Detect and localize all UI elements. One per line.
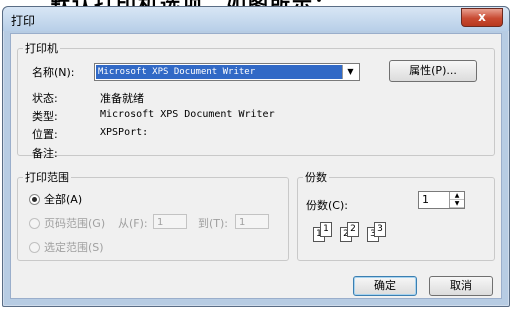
- range-all-label[interactable]: 全部(A): [44, 191, 82, 207]
- copies-count-input[interactable]: 1 ▲ ▼: [418, 191, 465, 209]
- cancel-button[interactable]: 取消: [429, 276, 493, 296]
- chevron-down-icon[interactable]: ▼: [342, 65, 358, 79]
- close-button[interactable]: x: [461, 8, 503, 27]
- where-label: 位置:: [32, 128, 58, 141]
- range-selection-label[interactable]: 选定范围(S): [44, 239, 104, 255]
- copies-count-value: 1: [422, 193, 429, 206]
- print-dialog: 打印 x 打印机 名称(N): Microsoft XPS Document W…: [2, 6, 510, 307]
- comment-label: 备注:: [32, 147, 58, 160]
- range-to-input[interactable]: 1: [235, 214, 269, 229]
- printer-group: 打印机 名称(N): Microsoft XPS Document Writer…: [17, 40, 495, 160]
- dialog-client: 打印机 名称(N): Microsoft XPS Document Writer…: [10, 33, 502, 299]
- range-selection-radio[interactable]: [29, 242, 40, 253]
- window-title: 打印: [11, 14, 36, 28]
- printer-name-select[interactable]: Microsoft XPS Document Writer ▼: [94, 63, 360, 81]
- type-label: 类型:: [32, 110, 58, 123]
- copies-group: 份数 份数(C):: [297, 169, 495, 261]
- spin-up-icon[interactable]: ▲: [450, 192, 464, 200]
- type-value: Microsoft XPS Document Writer: [100, 109, 275, 120]
- status-label: 状态:: [32, 92, 58, 105]
- printer-name-value: Microsoft XPS Document Writer: [96, 65, 342, 79]
- range-from-input[interactable]: 1: [153, 214, 187, 229]
- collate-page-icon: 1: [320, 222, 332, 237]
- where-value: XPSPort:: [100, 127, 149, 138]
- properties-button[interactable]: 属性(P)...: [389, 60, 477, 82]
- spin-down-icon[interactable]: ▼: [450, 200, 464, 208]
- printer-group-legend: 打印机: [25, 42, 58, 55]
- status-value: 准备就绪: [100, 92, 144, 105]
- range-all-radio[interactable]: [29, 194, 40, 205]
- collate-page-icon: 3: [374, 222, 386, 237]
- range-pages-label[interactable]: 页码范围(G): [44, 215, 105, 231]
- copies-legend: 份数: [305, 171, 327, 184]
- print-range-legend: 打印范围: [25, 171, 69, 184]
- collate-page-icon: 2: [347, 222, 359, 237]
- copies-count-label: 份数(C):: [306, 199, 348, 212]
- print-range-group: 打印范围 全部(A) 页码范围(G) 从(F): 1 到(T): 1 选定范围(…: [17, 169, 289, 261]
- range-pages-radio[interactable]: [29, 218, 40, 229]
- collate-illustration: 1 1 2 2 3 3: [313, 222, 386, 242]
- copies-spin-buttons[interactable]: ▲ ▼: [449, 192, 464, 208]
- printer-name-label: 名称(N):: [32, 66, 75, 79]
- range-to-label: 到(T):: [198, 217, 229, 230]
- range-from-label: 从(F):: [118, 217, 148, 230]
- ok-button[interactable]: 确定: [353, 276, 417, 296]
- title-bar: 打印 x: [3, 7, 509, 31]
